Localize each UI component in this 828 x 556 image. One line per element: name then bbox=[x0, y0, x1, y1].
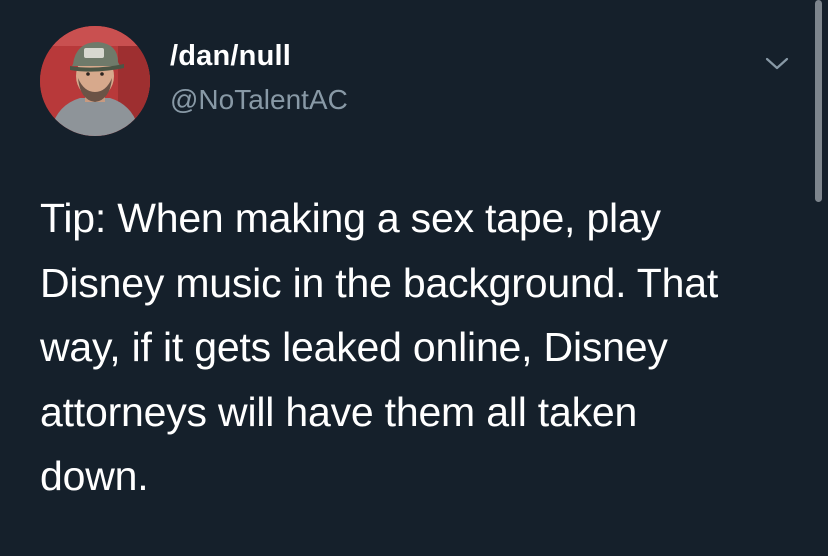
scrollbar-thumb[interactable] bbox=[815, 0, 822, 202]
tweet-card: /dan/null @NoTalentAC Tip: When making a… bbox=[0, 0, 828, 556]
avatar[interactable] bbox=[40, 26, 150, 136]
author-handle[interactable]: @NoTalentAC bbox=[170, 84, 348, 116]
tweet-text-line: attorneys will have them all taken bbox=[40, 388, 638, 435]
tweet-text-line: Disney music in the background. That bbox=[40, 259, 719, 306]
author-display-name[interactable]: /dan/null bbox=[170, 40, 291, 73]
tweet-text-line: way, if it gets leaked online, Disney bbox=[40, 324, 668, 370]
avatar-photo bbox=[40, 26, 150, 136]
chevron-down-icon[interactable] bbox=[762, 52, 792, 74]
tweet-text-line: down. bbox=[40, 453, 149, 499]
tweet-text: Tip: When making a sex tape, play Disney… bbox=[40, 186, 800, 509]
tweet-text-line: Tip: When making a sex tape, play bbox=[40, 195, 661, 241]
